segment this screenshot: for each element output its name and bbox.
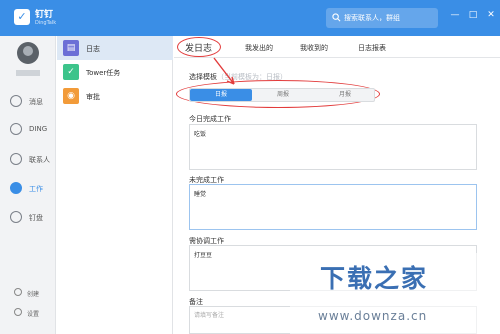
work-icon xyxy=(10,182,22,194)
cloud-drive-icon xyxy=(10,211,22,223)
tab-write-log[interactable]: 发日志 xyxy=(185,41,212,54)
dingtalk-logo-icon: ✓ xyxy=(14,9,30,25)
title-bar: ✓ 钉钉 DingTalk 搜索联系人，群组 — □ ✕ xyxy=(0,0,500,36)
log-tabs: 发日志 我发出的 我收到的 日志报表 xyxy=(174,36,500,58)
watermark-url: www.downza.cn xyxy=(318,309,428,323)
maximize-icon[interactable]: □ xyxy=(466,8,480,22)
search-placeholder: 搜索联系人，群组 xyxy=(344,14,400,22)
avatar[interactable] xyxy=(17,42,39,64)
create-label: 创建 xyxy=(27,291,40,298)
settings-button[interactable]: 设置 xyxy=(0,306,56,320)
rail-item-label: 钉盘 xyxy=(29,214,43,222)
approval-icon: ◉ xyxy=(63,88,79,104)
rail-item-label: 工作 xyxy=(29,185,43,193)
coordinate-value: 打豆豆 xyxy=(194,252,213,259)
work-app-list: ▤ 日志 ✓ Tower任务 ◉ 审批 xyxy=(57,36,173,334)
check-icon: ✓ xyxy=(63,64,79,80)
tab-report[interactable]: 日志报表 xyxy=(358,43,386,53)
rail-item-label: DING xyxy=(29,125,48,133)
template-selector: 日报 周报 月报 xyxy=(189,88,375,102)
template-weekly[interactable]: 周报 xyxy=(252,89,314,101)
log-icon: ▤ xyxy=(63,40,79,56)
rail-item-contacts[interactable]: 联系人 xyxy=(0,148,56,172)
rail-item-drive[interactable]: 钉盘 xyxy=(0,206,56,230)
create-button[interactable]: 创建 xyxy=(0,286,56,300)
app-name-en: DingTalk xyxy=(35,20,57,26)
rail-item-ding[interactable]: DING xyxy=(0,118,56,142)
template-monthly[interactable]: 月报 xyxy=(314,89,376,101)
rail-item-messages[interactable]: 消息 xyxy=(0,90,56,114)
tab-received[interactable]: 我收到的 xyxy=(300,43,328,53)
search-input[interactable]: 搜索联系人，群组 xyxy=(326,8,438,28)
template-daily[interactable]: 日报 xyxy=(190,89,252,101)
done-label: 今日完成工作 xyxy=(189,115,231,123)
username-redacted xyxy=(16,70,40,76)
left-rail: 消息 DING 联系人 工作 钉盘 创建 设置 xyxy=(0,36,56,334)
settings-label: 设置 xyxy=(27,311,40,318)
app-item-approval[interactable]: ◉ 审批 xyxy=(57,84,173,108)
message-icon xyxy=(10,95,22,107)
undone-value: 睡觉 xyxy=(194,191,207,198)
note-placeholder: 请填写备注 xyxy=(194,312,225,319)
app-item-tower[interactable]: ✓ Tower任务 xyxy=(57,60,173,84)
gear-icon xyxy=(14,308,22,316)
undone-textarea[interactable]: 睡觉 xyxy=(189,184,477,230)
done-textarea[interactable]: 吃饭 xyxy=(189,124,477,170)
app-item-label: Tower任务 xyxy=(86,69,121,77)
watermark-title: 下载之家 xyxy=(320,264,429,293)
plus-icon xyxy=(14,288,22,296)
tab-sent[interactable]: 我发出的 xyxy=(245,43,273,53)
rail-item-work[interactable]: 工作 xyxy=(0,177,56,201)
rail-item-label: 消息 xyxy=(29,98,43,106)
search-icon xyxy=(332,13,341,22)
app-item-label: 日志 xyxy=(86,45,100,53)
contacts-icon xyxy=(10,153,22,165)
app-item-log[interactable]: ▤ 日志 xyxy=(57,36,173,60)
rail-item-label: 联系人 xyxy=(29,156,50,164)
app-item-label: 审批 xyxy=(86,93,100,101)
done-value: 吃饭 xyxy=(194,131,207,138)
ding-icon xyxy=(10,123,22,135)
watermark: 下载之家 www.downza.cn xyxy=(290,253,500,334)
app-name: 钉钉 xyxy=(35,10,54,20)
minimize-icon[interactable]: — xyxy=(448,8,462,22)
close-icon[interactable]: ✕ xyxy=(484,8,498,22)
